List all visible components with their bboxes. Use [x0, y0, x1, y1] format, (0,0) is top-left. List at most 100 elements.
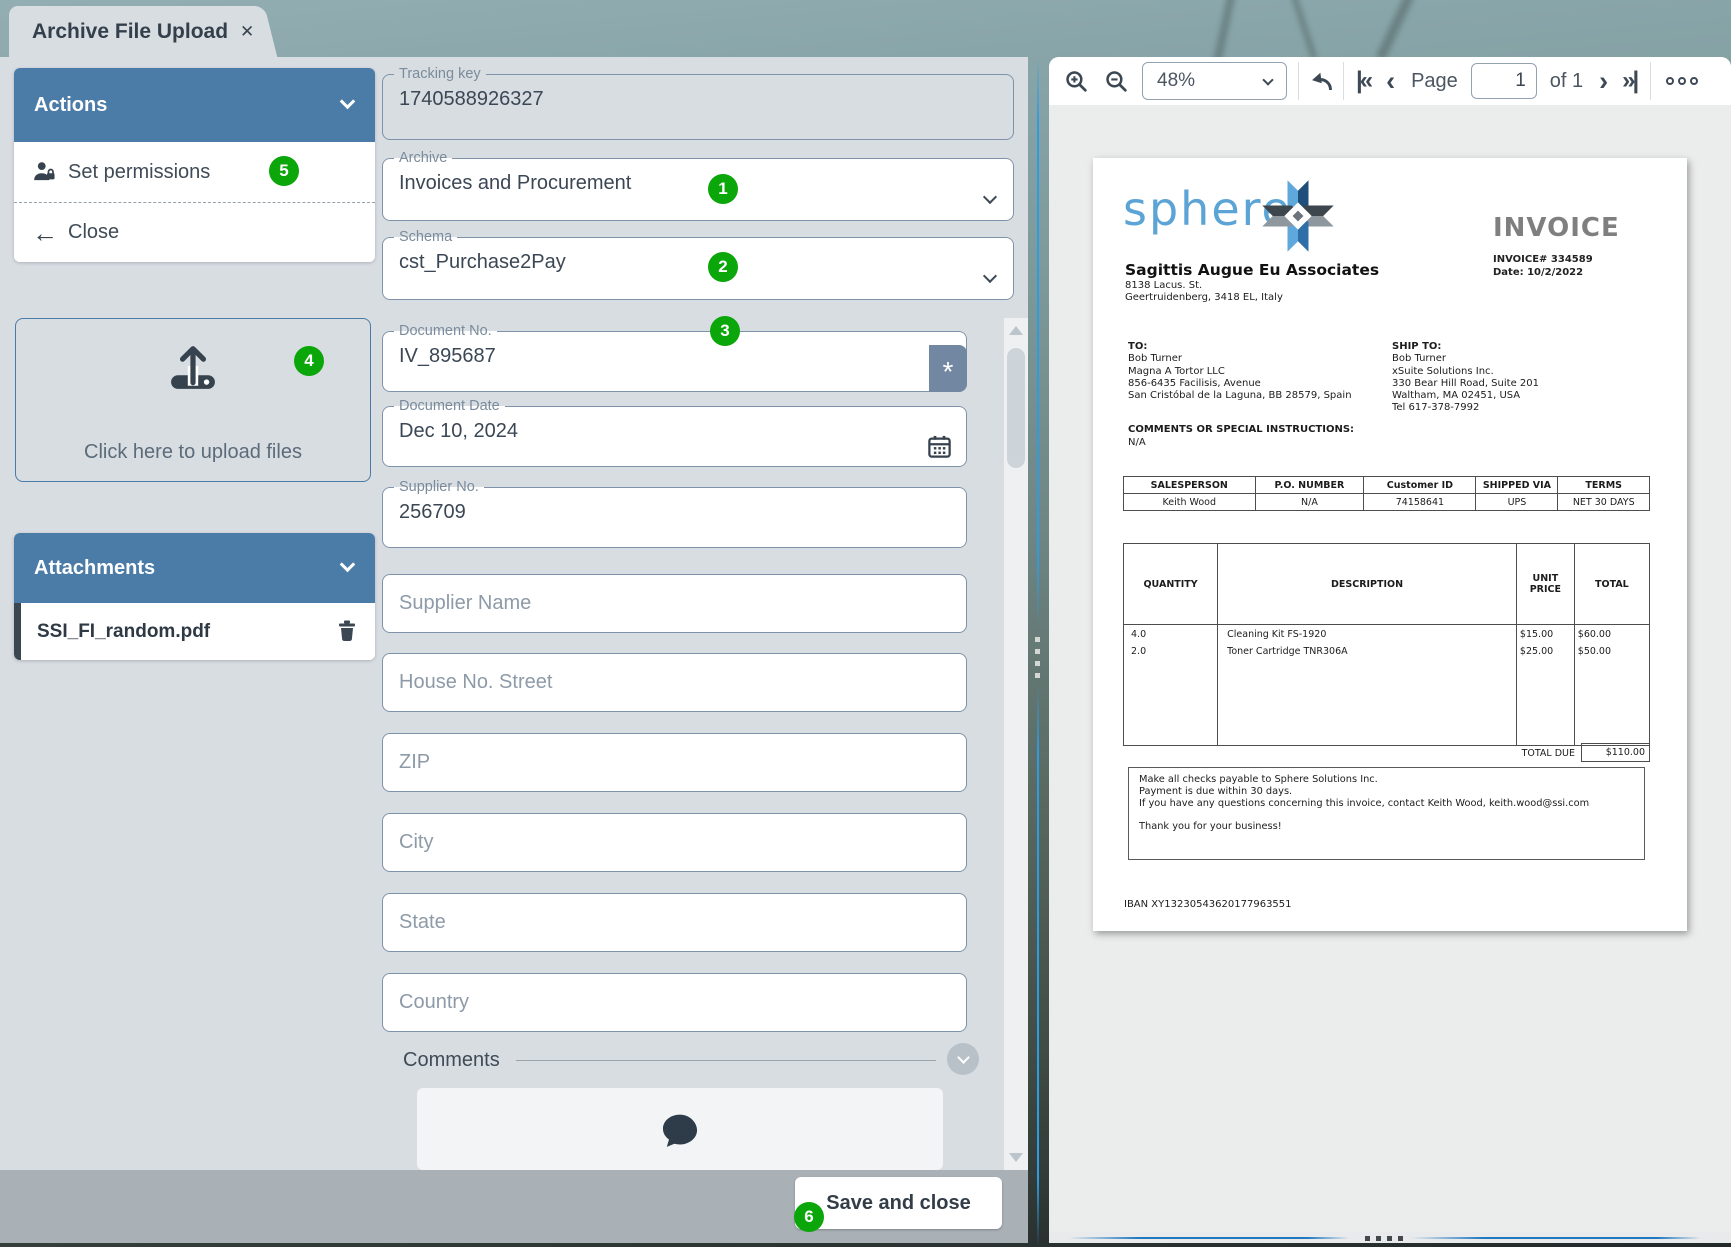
tab-archive-file-upload[interactable]: Archive File Upload ✕ — [9, 6, 257, 58]
attachment-file-name: SSI_FI_random.pdf — [37, 621, 210, 643]
invoice-company-name: Sagittis Augue Eu Associates — [1125, 261, 1379, 279]
form-footer-bar: Save and close 6 — [0, 1170, 1028, 1243]
invoice-page: sphere — [1093, 158, 1687, 931]
page-label: Page — [1411, 70, 1458, 93]
tracking-key-label: Tracking key — [394, 67, 486, 82]
invoice-footer-box: Make all checks payable to Sphere Soluti… — [1128, 767, 1645, 860]
chevron-down-icon — [340, 94, 356, 110]
chevron-down-icon — [340, 557, 356, 573]
zip-input[interactable] — [382, 733, 967, 792]
document-no-input[interactable] — [399, 341, 902, 373]
supplier-no-field: Supplier No. — [382, 480, 967, 548]
chevron-down-icon[interactable] — [983, 189, 997, 203]
invoice-bill-to-block: TO: Bob Turner Magna A Tortor LLC 856-64… — [1128, 341, 1378, 402]
invoice-date: Date: 10/2/2022 — [1493, 266, 1593, 279]
desktop: Archive File Upload ✕ Actions Set permis… — [0, 0, 1731, 1247]
schema-field: Schema — [382, 230, 1014, 300]
close-button[interactable]: ← Close — [14, 202, 375, 262]
archive-upload-panel: Actions Set permissions ← Close 5 — [0, 57, 1028, 1243]
step-badge-2: 2 — [708, 252, 738, 282]
tab-close-icon[interactable]: ✕ — [240, 22, 254, 42]
comments-collapse-button[interactable] — [947, 1043, 979, 1075]
date-picker-button[interactable] — [926, 433, 953, 465]
invoice-iban: IBAN XY13230543620177963551 — [1124, 899, 1292, 910]
undo-rotate-button[interactable] — [1301, 69, 1341, 94]
invoice-comments-label: COMMENTS OR SPECIAL INSTRUCTIONS: — [1128, 424, 1354, 436]
supplier-no-input[interactable] — [399, 497, 902, 529]
actions-card: Actions Set permissions ← Close — [14, 68, 375, 262]
more-options-button[interactable] — [1666, 77, 1698, 85]
undo-arrow-icon — [1308, 69, 1335, 94]
invoice-company-addr: Geertruidenberg, 3418 EL, Italy — [1125, 292, 1283, 304]
set-permissions-button[interactable]: Set permissions — [14, 142, 375, 202]
invoice-comments-value: N/A — [1128, 437, 1146, 449]
document-date-label: Document Date — [394, 399, 505, 414]
zoom-level-select[interactable]: 48% — [1142, 62, 1287, 100]
document-date-input[interactable] — [399, 416, 902, 448]
invoice-meta: INVOICE# 334589 Date: 10/2/2022 — [1493, 253, 1593, 279]
last-page-button[interactable]: »| — [1622, 69, 1636, 93]
sphere-logo-icon — [1256, 174, 1340, 258]
zoom-in-icon — [1064, 69, 1089, 94]
add-comment-area[interactable] — [417, 1088, 943, 1170]
viewer-bottom-splitter[interactable] — [1049, 1232, 1731, 1243]
step-badge-1: 1 — [708, 174, 738, 204]
ship-to-label: SHIP TO: — [1392, 341, 1642, 353]
actions-header[interactable]: Actions — [14, 68, 375, 142]
background-decor — [1289, 0, 1318, 60]
attachments-card: Attachments SSI_FI_random.pdf — [14, 533, 375, 660]
zoom-out-button[interactable] — [1099, 69, 1133, 94]
panel-splitter-grip[interactable] — [1034, 630, 1041, 685]
delete-attachment-button[interactable] — [335, 618, 359, 649]
upload-icon — [169, 345, 217, 391]
close-label: Close — [68, 221, 119, 244]
attachments-header[interactable]: Attachments — [14, 533, 375, 603]
scroll-down-arrow[interactable] — [1009, 1153, 1023, 1162]
form-scrollbar[interactable] — [1004, 318, 1028, 1170]
supplier-name-input[interactable] — [382, 574, 967, 633]
next-page-button[interactable]: › — [1599, 68, 1608, 95]
document-no-field: Document No. * — [382, 324, 967, 392]
country-input[interactable] — [382, 973, 967, 1032]
step-badge-4: 4 — [294, 346, 324, 376]
step-badge-3: 3 — [710, 316, 740, 346]
panel-splitter-line — [1037, 685, 1039, 1247]
zoom-level-value: 48% — [1157, 70, 1195, 92]
tracking-key-input — [399, 84, 949, 116]
more-options-icon — [1666, 77, 1674, 85]
attachment-row[interactable]: SSI_FI_random.pdf — [14, 603, 375, 660]
first-page-button[interactable]: |« — [1356, 69, 1370, 93]
scrollbar-thumb[interactable] — [1007, 348, 1025, 468]
zoom-in-button[interactable] — [1059, 69, 1093, 94]
upload-dropzone[interactable]: Click here to upload files — [15, 318, 371, 482]
user-lock-icon — [32, 159, 58, 185]
archive-select[interactable] — [399, 168, 949, 200]
upload-label: Click here to upload files — [16, 441, 370, 464]
table-row: Keith Wood N/A 74158641 UPS NET 30 DAYS — [1124, 494, 1650, 511]
pdf-page-area: sphere — [1049, 105, 1731, 1232]
invoice-info-table: SALESPERSON P.O. NUMBER Customer ID SHIP… — [1123, 476, 1650, 511]
invoice-number: INVOICE# 334589 — [1493, 253, 1593, 266]
comments-label: Comments — [403, 1049, 500, 1072]
page-count-label: of 1 — [1550, 70, 1583, 93]
tab-title: Archive File Upload — [32, 20, 228, 44]
toolbar-divider — [1650, 62, 1651, 100]
scroll-up-arrow[interactable] — [1009, 326, 1023, 335]
set-permissions-label: Set permissions — [68, 161, 210, 184]
invoice-items-table: QUANTITY DESCRIPTION UNIT PRICE TOTAL 4.… — [1123, 543, 1650, 746]
page-number-input[interactable] — [1471, 63, 1537, 99]
street-input[interactable] — [382, 653, 967, 712]
previous-page-button[interactable]: ‹ — [1386, 68, 1395, 95]
zoom-out-icon — [1104, 69, 1129, 94]
step-badge-5: 5 — [269, 156, 299, 186]
chevron-down-icon[interactable] — [983, 268, 997, 282]
document-date-field: Document Date — [382, 399, 967, 467]
table-row: 4.0 2.0 Cleaning Kit FS-1920 Toner Cartr… — [1124, 625, 1650, 746]
city-input[interactable] — [382, 813, 967, 872]
splitter-grip[interactable] — [1365, 1236, 1403, 1241]
save-and-close-button[interactable]: Save and close — [795, 1177, 1002, 1229]
archive-label: Archive — [394, 151, 452, 166]
schema-select[interactable] — [399, 247, 949, 279]
total-due-value: $110.00 — [1581, 743, 1650, 762]
state-input[interactable] — [382, 893, 967, 952]
